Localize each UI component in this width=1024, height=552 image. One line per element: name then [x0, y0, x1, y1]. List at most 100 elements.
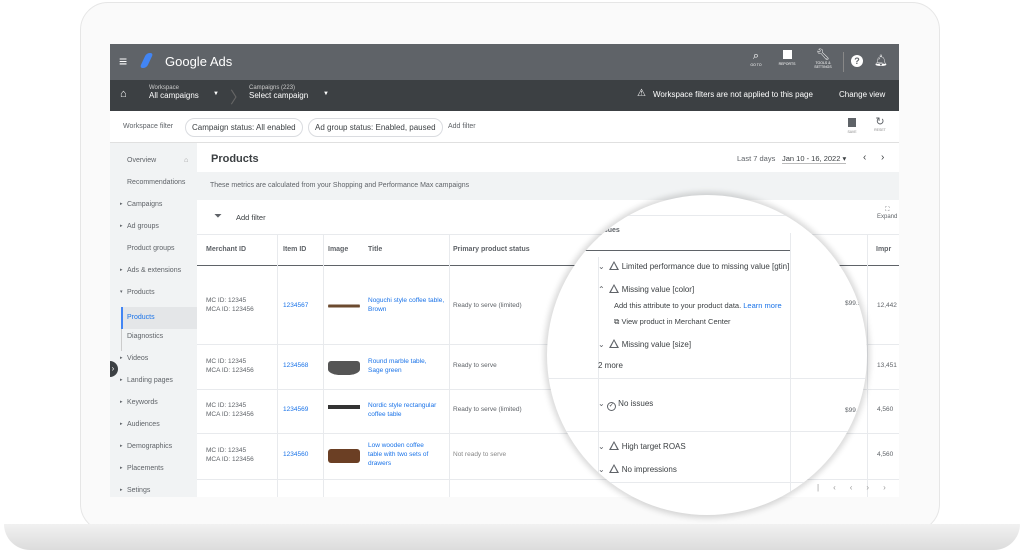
mca-id: MCA ID: 123456 [206, 367, 254, 374]
breadcrumb-bar: ⌂ Workspace All campaigns ▼ 〉 Campaigns (… [110, 80, 899, 111]
caret-icon: ▸ [120, 443, 123, 449]
sidebar-item-ad-groups[interactable]: ▸ Ad groups [120, 223, 159, 230]
metrics-notice: These metrics are calculated from your S… [197, 172, 899, 200]
product-status: Ready to serve (limited) [453, 302, 522, 309]
sidebar-item-keywords[interactable]: ▸ Keywords [120, 399, 158, 406]
campaigns-value: Select campaign [249, 91, 309, 100]
workspace-warning: Workspace filters are not applied to thi… [653, 90, 813, 99]
issue-gtin[interactable]: ⌄ Limited performance due to missing valu… [598, 261, 789, 271]
product-title-link[interactable]: Round marble table, Sage green [368, 357, 438, 375]
sidebar-item-campaigns[interactable]: ▸ Campaigns [120, 201, 162, 208]
sidebar-item-videos[interactable]: ▸ Videos [120, 355, 149, 362]
sidebar-item-overview[interactable]: Overview ⌂ [127, 157, 188, 164]
pagination[interactable]: |‹‹››| [817, 483, 899, 492]
workspace-selector[interactable]: Workspace All campaigns [149, 85, 199, 100]
menu-icon[interactable]: ≡ [119, 53, 127, 69]
product-image [328, 299, 360, 313]
issue-description: Add this attribute to your product data.… [614, 301, 782, 310]
wrench-icon: 🔧︎ [816, 49, 830, 61]
tools-label: TOOLS & SETTINGS [814, 61, 832, 69]
sidebar-item-products-group[interactable]: ▾ Products [120, 289, 155, 296]
issue-size[interactable]: ⌄ Missing value [size] [598, 339, 691, 349]
sidebar-item-diagnostics[interactable]: Diagnostics [127, 333, 163, 340]
date-range-picker[interactable]: Jan 10 - 16, 2022 ▾ [782, 154, 847, 164]
column-header-status[interactable]: Primary product status [453, 246, 530, 253]
label: Audiences [127, 421, 160, 428]
table-row-4-merchant: MC ID: 12345 MCA ID: 123456 [206, 446, 254, 464]
divider [277, 234, 278, 497]
issue-impressions[interactable]: ⌄ No impressions [598, 464, 677, 474]
sidebar-item-settings[interactable]: ▸ Setings [120, 487, 150, 494]
reset-button[interactable]: ↻ RESET [872, 115, 888, 132]
magnifier-lens: ▥ Columns ⤓ Download Issues Price $99.99 $… [547, 195, 867, 515]
caret-down-icon: ▾ [120, 289, 123, 295]
product-title-link[interactable]: Noguchi style coffee table, Brown [368, 296, 446, 314]
goto-button[interactable]: ⌕ GO TO [744, 50, 768, 67]
add-filter-button[interactable]: Add filter [236, 213, 266, 222]
goto-label: GO TO [750, 63, 762, 67]
columns-button[interactable]: ▥ Columns [786, 205, 810, 218]
product-title-link[interactable]: Nordic style rectangular coffee table [368, 401, 446, 419]
change-view-button[interactable]: Change view [839, 90, 885, 99]
tools-button[interactable]: 🔧︎ TOOLS & SETTINGS [808, 48, 838, 69]
view-in-merchant-center-link[interactable]: ⧉ View product in Merchant Center [614, 317, 731, 327]
issues-header[interactable]: Issues [598, 227, 828, 257]
issue-none[interactable]: ⌄ ✓ No issues [598, 399, 653, 411]
learn-more-link[interactable]: Learn more [743, 301, 781, 310]
reports-button[interactable]: REPORTS [775, 50, 799, 66]
sidebar-item-demographics[interactable]: ▸ Demographics [120, 443, 172, 450]
column-header-merchant-id[interactable]: Merchant ID [206, 246, 246, 253]
column-header-price[interactable]: Price [848, 244, 865, 251]
row-divider [547, 431, 867, 432]
help-icon[interactable]: ? [851, 55, 863, 67]
sidebar-item-landing-pages[interactable]: ▸ Landing pages [120, 377, 173, 384]
filter-chip-ad-group-status[interactable]: Ad group status: Enabled, paused [308, 118, 443, 137]
next-period-icon[interactable]: › [881, 152, 884, 163]
home-icon[interactable]: ⌂ [120, 88, 127, 100]
dropdown-icon[interactable]: ▼ [213, 91, 219, 97]
column-header-title[interactable]: Title [368, 246, 382, 253]
caret-icon: ▸ [120, 223, 123, 229]
sidebar-item-ads-extensions[interactable]: ▸ Ads & extensions [120, 267, 181, 274]
description: Add this attribute to your product data. [614, 301, 742, 310]
issue-roas[interactable]: ⌄ High target ROAS [598, 441, 686, 451]
campaign-selector[interactable]: Campaigns (223) Select campaign [249, 85, 308, 100]
issue-text: Missing value [color] [621, 285, 695, 294]
fullscreen-icon: ⛶ [885, 207, 890, 213]
item-id-link[interactable]: 1234560 [283, 450, 308, 459]
item-id-link[interactable]: 1234568 [283, 361, 308, 370]
product-title-link[interactable]: Low wooden coffee table with two sets of… [368, 441, 433, 468]
issue-color[interactable]: ⌃ Missing value [color] [598, 284, 694, 294]
download-button[interactable]: ⤓ Download [818, 205, 845, 218]
filter-icon[interactable]: ⏷ [214, 211, 222, 222]
save-icon [848, 118, 856, 127]
sidebar-item-placements[interactable]: ▸ Placements [120, 465, 164, 472]
more-issues-link[interactable]: 2 more [598, 361, 623, 370]
table-row-2-merchant: MC ID: 12345 MCA ID: 123456 [206, 357, 254, 375]
item-id-link[interactable]: 1234567 [283, 301, 308, 310]
save-label: SAVE [847, 130, 857, 134]
sidebar-item-audiences[interactable]: ▸ Audiences [120, 421, 160, 428]
divider [323, 234, 324, 497]
date-range: Jan 10 - 16, 2022 [782, 154, 841, 163]
column-header-impressions[interactable]: Impr [876, 246, 891, 253]
product-image [328, 405, 360, 415]
expand-button[interactable]: ⛶ Expand [877, 207, 897, 220]
filter-chip-campaign-status[interactable]: Campaign status: All enabled [185, 118, 303, 137]
chevron-down-icon: ⌄ [598, 340, 605, 349]
expand-sidebar-button[interactable]: › [110, 361, 118, 377]
item-id-link[interactable]: 1234569 [283, 405, 308, 414]
sidebar-item-product-groups[interactable]: Product groups [127, 245, 174, 252]
add-filter-button[interactable]: Add filter [448, 123, 476, 130]
sidebar-item-recommendations[interactable]: Recommendations [127, 179, 185, 186]
previous-period-icon[interactable]: ‹ [863, 152, 866, 163]
external-link-icon: ⧉ [614, 317, 620, 326]
bell-icon[interactable]: 🔔︎ [874, 54, 888, 67]
sidebar-item-products-active[interactable]: Products [121, 307, 197, 329]
label: Videos [127, 355, 149, 362]
dropdown-icon[interactable]: ▼ [323, 91, 329, 97]
column-header-item-id[interactable]: Item ID [283, 246, 306, 253]
save-button[interactable]: SAVE [844, 118, 860, 134]
product-status: Not ready to serve [453, 451, 507, 458]
column-header-image[interactable]: Image [328, 246, 348, 253]
